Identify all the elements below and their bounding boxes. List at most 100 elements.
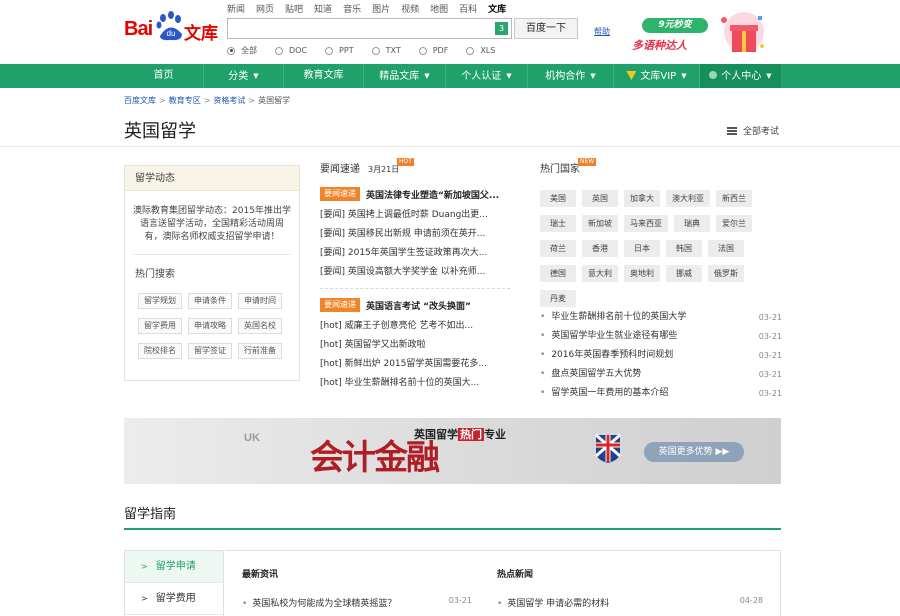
country-tag[interactable]: 美国 bbox=[540, 190, 576, 207]
nav-vip[interactable]: 文库VIP ▼ bbox=[614, 64, 700, 88]
nav-user-center[interactable]: 个人中心 ▼ bbox=[700, 64, 781, 88]
promo-slogan: 多语种达人 bbox=[632, 39, 687, 52]
topnav-item[interactable]: 图片 bbox=[372, 2, 390, 15]
all-exams-link[interactable]: 全部考试 bbox=[727, 124, 779, 137]
country-tag[interactable]: 英国 bbox=[582, 190, 618, 207]
lead-news-item[interactable]: 要闻速递 英国语言考试 “改头换面” bbox=[320, 297, 510, 313]
topnav-item[interactable]: 知道 bbox=[314, 2, 332, 15]
radio-icon bbox=[466, 46, 475, 55]
country-tag[interactable]: 加拿大 bbox=[624, 190, 660, 207]
guide-tab-fees[interactable]: 留学费用 bbox=[125, 583, 223, 615]
country-tag[interactable]: 德国 bbox=[540, 265, 576, 282]
site-header: Bai du 文库 新闻 网页 贴吧 知道 音乐 图片 视频 地图 百科 文库 … bbox=[0, 0, 900, 64]
list-item[interactable]: 英国留学毕业生就业途径有哪些 03-21 bbox=[540, 327, 782, 346]
baidu-wenku-logo[interactable]: Bai du 文库 bbox=[124, 10, 219, 44]
new-badge: NEW bbox=[578, 158, 597, 166]
country-tag[interactable]: 法国 bbox=[708, 240, 744, 257]
news-list-item[interactable]: [hot] 新鲜出炉 2015留学英国需要花多... bbox=[320, 355, 510, 374]
search-button[interactable]: 百度一下 bbox=[514, 18, 578, 39]
search-input[interactable]: 3 bbox=[227, 18, 512, 39]
nav-home[interactable]: 首页 bbox=[124, 64, 204, 88]
more-advantages-button[interactable]: 英国更多优势 ▶▶ bbox=[644, 442, 744, 462]
country-tag[interactable]: 韩国 bbox=[666, 240, 702, 257]
filetype-option-pdf[interactable]: PDF bbox=[418, 45, 448, 56]
article-title: 英国私校为何能成为全球精英摇篮？ bbox=[242, 596, 396, 609]
news-list-item[interactable]: [要闻] 英国设高额大学奖学金 以补充师... bbox=[320, 263, 510, 282]
breadcrumb-separator: > bbox=[159, 96, 166, 105]
topnav-item[interactable]: 音乐 bbox=[343, 2, 361, 15]
hot-search-tag[interactable]: 留学规划 bbox=[138, 293, 182, 309]
hot-search-tag[interactable]: 申请时间 bbox=[238, 293, 282, 309]
list-item[interactable]: 英国私校为何能成为全球精英摇篮？ 03-21 bbox=[242, 596, 472, 609]
filetype-option-doc[interactable]: DOC bbox=[275, 45, 307, 56]
hot-search-tag[interactable]: 留学费用 bbox=[138, 318, 182, 334]
country-tag[interactable]: 新西兰 bbox=[716, 190, 752, 207]
topnav-item[interactable]: 贴吧 bbox=[285, 2, 303, 15]
nav-certification[interactable]: 个人认证 ▼ bbox=[446, 64, 528, 88]
nav-education[interactable]: 教育文库 bbox=[284, 64, 364, 88]
country-tag[interactable]: 瑞典 bbox=[674, 215, 710, 232]
breadcrumb-link[interactable]: 教育专区 bbox=[169, 96, 201, 105]
radio-icon bbox=[325, 46, 334, 55]
country-tag[interactable]: 爱尔兰 bbox=[716, 215, 752, 232]
guide-tab-application[interactable]: 留学申请 bbox=[125, 551, 223, 583]
topnav-item-active[interactable]: 文库 bbox=[488, 2, 506, 15]
filetype-option-ppt[interactable]: PPT bbox=[325, 45, 354, 56]
news-list-item[interactable]: [hot] 威廉王子创意亮伦 艺考不如出... bbox=[320, 317, 510, 336]
country-tag[interactable]: 香港 bbox=[582, 240, 618, 257]
news-tag: 要闻速递 bbox=[320, 187, 360, 201]
list-item[interactable]: 2016年英国春季预科时间规划 03-21 bbox=[540, 346, 782, 365]
lead-news-item[interactable]: 要闻速递 英国法律专业塑造“新加坡国父... bbox=[320, 186, 510, 202]
filetype-option-xls[interactable]: XLS bbox=[466, 45, 495, 56]
hot-search-tags: 留学规划 申请条件 申请时间 留学费用 申请攻略 英国名校 院校排名 留学签证 … bbox=[138, 293, 290, 368]
breadcrumb-link[interactable]: 资格考试 bbox=[213, 96, 245, 105]
news-list-item[interactable]: [要闻] 英国移民出新规 申请前须在英开... bbox=[320, 225, 510, 244]
topnav-item[interactable]: 视频 bbox=[401, 2, 419, 15]
chevron-down-icon: ▼ bbox=[590, 72, 596, 80]
list-item[interactable]: 留学英国一年费用的基本介绍 03-21 bbox=[540, 384, 782, 403]
news-list-item[interactable]: [hot] 毕业生薪酬排名前十位的英国大... bbox=[320, 374, 510, 393]
article-date: 03-21 bbox=[448, 596, 472, 605]
hot-news-heading: 热点新闻 bbox=[497, 570, 534, 580]
country-tag[interactable]: 意大利 bbox=[582, 265, 618, 282]
list-item[interactable]: 毕业生薪酬排名前十位的英国大学 03-21 bbox=[540, 308, 782, 327]
country-tag[interactable]: 日本 bbox=[624, 240, 660, 257]
hot-search-tag[interactable]: 院校排名 bbox=[138, 343, 182, 359]
breadcrumb-link[interactable]: 百度文库 bbox=[124, 96, 156, 105]
list-item[interactable]: 英国留学 申请必需的材料 04-28 bbox=[497, 596, 763, 609]
country-tag[interactable]: 丹麦 bbox=[540, 290, 576, 307]
news-list-item[interactable]: [要闻] 英国拷上调最低时薪 Duang出更... bbox=[320, 206, 510, 225]
topnav-item[interactable]: 百科 bbox=[459, 2, 477, 15]
topnav-item[interactable]: 新闻 bbox=[227, 2, 245, 15]
filetype-option-txt[interactable]: TXT bbox=[371, 45, 401, 56]
nav-category[interactable]: 分类 ▼ bbox=[204, 64, 284, 88]
lead-news-title: 英国法律专业塑造“新加坡国父... bbox=[366, 190, 500, 201]
country-tag[interactable]: 瑞士 bbox=[540, 215, 576, 232]
topnav-item[interactable]: 地图 bbox=[430, 2, 448, 15]
news-list-item[interactable]: [要闻] 2015年英国学生签证政策再次大... bbox=[320, 244, 510, 263]
country-tag[interactable]: 挪威 bbox=[666, 265, 702, 282]
hot-search-tag[interactable]: 留学签证 bbox=[188, 343, 232, 359]
hot-search-tag[interactable]: 英国名校 bbox=[238, 318, 282, 334]
radio-icon bbox=[371, 46, 380, 55]
list-item[interactable]: 盘点英国留学五大优势 03-21 bbox=[540, 365, 782, 384]
hot-search-tag[interactable]: 申请条件 bbox=[188, 293, 232, 309]
country-tag[interactable]: 马来西亚 bbox=[624, 215, 668, 232]
accounting-finance-banner[interactable]: UK 会计金融 英国留学 热门 专业 英国更多优势 ▶▶ bbox=[124, 418, 781, 484]
topnav-item[interactable]: 网页 bbox=[256, 2, 274, 15]
nav-premium[interactable]: 精品文库 ▼ bbox=[364, 64, 446, 88]
nav-partners[interactable]: 机构合作 ▼ bbox=[528, 64, 614, 88]
country-tag[interactable]: 新加坡 bbox=[582, 215, 618, 232]
hot-search-tag[interactable]: 申请攻略 bbox=[188, 318, 232, 334]
country-tag[interactable]: 俄罗斯 bbox=[708, 265, 744, 282]
country-tag[interactable]: 荷兰 bbox=[540, 240, 576, 257]
nav-label: 精品文库 bbox=[379, 71, 420, 82]
help-link[interactable]: 帮助 bbox=[594, 26, 610, 37]
panel-description[interactable]: 澳际教育集团留学动态：2015年推出学语言送留学活动，全国精彩活动周周有，澳际名… bbox=[125, 191, 299, 244]
vip-promo-banner[interactable]: 9元秒变 多语种达人 bbox=[628, 10, 774, 58]
country-tag[interactable]: 澳大利亚 bbox=[666, 190, 710, 207]
filetype-option-all[interactable]: 全部 bbox=[227, 45, 257, 56]
country-tag[interactable]: 奥地利 bbox=[624, 265, 660, 282]
news-list-item[interactable]: [hot] 英国留学又出新政啦 bbox=[320, 336, 510, 355]
hot-search-tag[interactable]: 行前准备 bbox=[238, 343, 282, 359]
